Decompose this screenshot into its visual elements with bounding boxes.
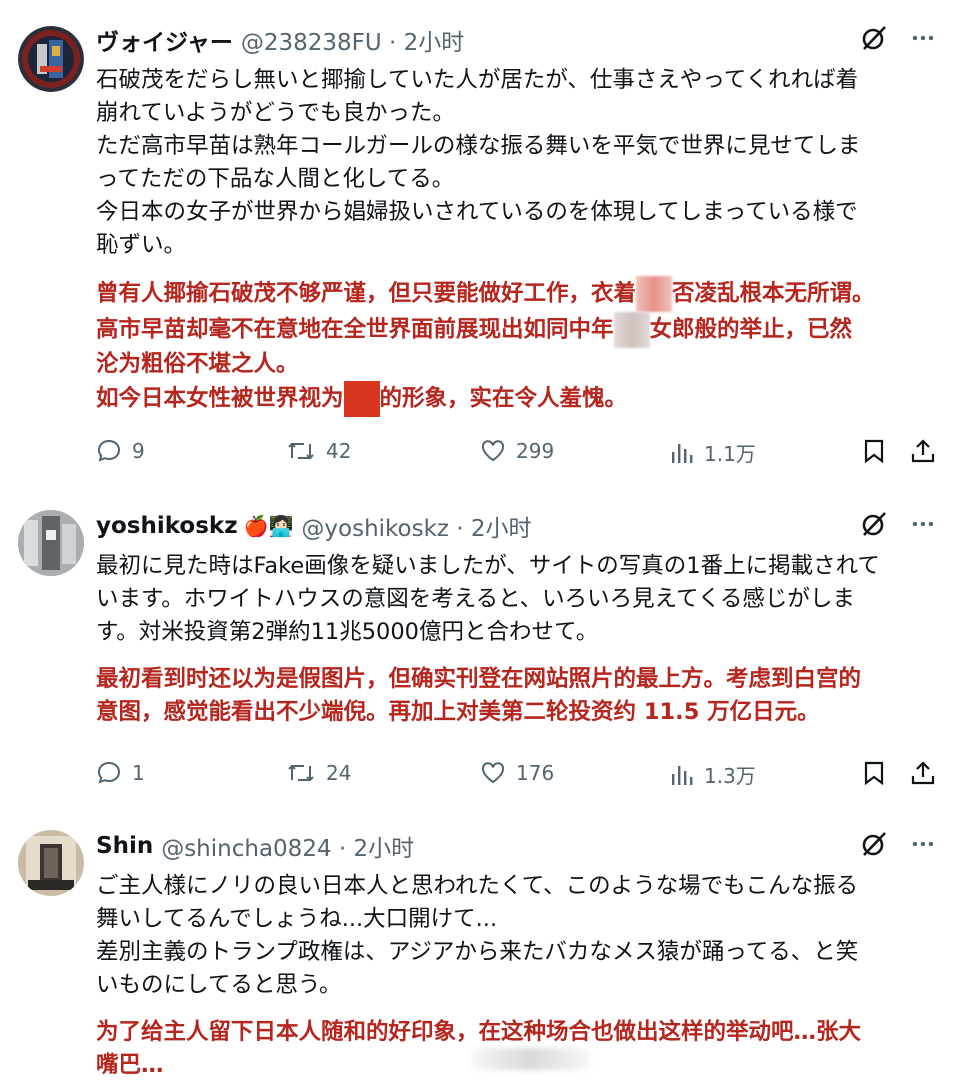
tweet-header: ヴォイジャー @238238FU · 2小时 xyxy=(96,22,936,58)
redaction-mark xyxy=(343,381,380,417)
text-line: います。ホワイトハウスの意図を考えると、いろいろ見えてくる感じがしま xyxy=(96,586,855,612)
share-icon xyxy=(911,439,935,463)
retweet-count: 42 xyxy=(326,439,352,463)
translation-segment: 的形象，实在令人羞愧。 xyxy=(379,385,628,412)
text-line: 崩れていようがどうでも良かった。 xyxy=(96,100,455,126)
text-line: 舞いしてるんでしょうね...大口開けて... xyxy=(96,906,498,932)
display-name[interactable]: ヴォイジャー xyxy=(96,23,233,57)
translation-line: 最初看到时还以为是假图片，但确实刊登在网站照片的最上方。考虑到白宫的 xyxy=(96,666,862,692)
view-count: 1.1万 xyxy=(704,442,756,466)
share-button[interactable] xyxy=(910,760,936,786)
like-icon xyxy=(481,762,505,784)
tweet-header: Shin @shincha0824 · 2小时 xyxy=(96,828,936,864)
display-name[interactable]: yoshikoskz xyxy=(96,513,238,539)
action-bar: 1 24 176 1.3万 xyxy=(96,756,936,792)
views-icon xyxy=(672,443,693,463)
redaction-mark xyxy=(613,312,650,348)
like-button[interactable]: 176 xyxy=(480,760,554,786)
bookmark-button[interactable] xyxy=(862,760,886,786)
reply-button[interactable]: 9 xyxy=(96,438,145,464)
translation-line: 意图，感觉能看出不少端倪。再加上对美第二轮投资约 11.5 万亿日元。 xyxy=(96,699,820,725)
text-line: ただ高市早苗は熟年コールガールの様な振る舞いを平気で世界に見せてしま xyxy=(96,133,861,159)
more-icon[interactable] xyxy=(910,831,936,863)
reply-button[interactable]: 1 xyxy=(96,760,145,786)
grok-icon[interactable] xyxy=(860,830,888,864)
grok-icon[interactable] xyxy=(860,510,888,544)
retweet-button[interactable]: 42 xyxy=(286,438,351,464)
translation-segment: 沦为粗俗不堪之人。 xyxy=(96,351,299,377)
view-count: 1.3万 xyxy=(704,764,756,788)
views-button[interactable]: 1.1万 xyxy=(670,438,756,467)
text-line: 石破茂をだらし無いと揶揄していた人が居たが、仕事さえやってくれれば着 xyxy=(96,67,859,93)
like-count: 299 xyxy=(516,439,555,463)
tweet[interactable]: ヴォイジャー @238238FU · 2小时 石破茂をだらし無いと揶揄していた人… xyxy=(0,22,960,492)
bookmark-button[interactable] xyxy=(862,438,886,464)
translation-line: 为了给主人留下日本人随和的好印象，在这种场合也做出这样的举动吧…张大 xyxy=(96,1019,862,1045)
reply-count: 1 xyxy=(132,761,145,785)
bookmark-icon xyxy=(864,761,884,786)
tweet-text: 石破茂をだらし無いと揶揄していた人が居たが、仕事さえやってくれれば着 崩れていよ… xyxy=(96,64,936,262)
like-count: 176 xyxy=(516,761,555,785)
translation-segment: 如今日本女性被世界视为 xyxy=(96,385,344,412)
translation-line: 如今日本女性被世界视为 的形象，实在令人羞愧。 xyxy=(96,381,936,417)
share-button[interactable] xyxy=(910,438,936,464)
translation-line: 沦为粗俗不堪之人。 xyxy=(96,348,936,381)
retweet-count: 24 xyxy=(326,761,352,785)
translation-segment: 否凌乱根本无所谓。 xyxy=(672,280,875,307)
tweet-text: 最初に見た時はFake画像を疑いましたが、サイトの写真の1番上に掲載されて いま… xyxy=(96,550,936,649)
text-line: 今日本の女子が世界から娼婦扱いされているのを体現してしまっている様で xyxy=(96,199,858,225)
translation-line: 高市早苗却毫不在意地在全世界面前展现出如同中年 女郎般的举止，已然 xyxy=(96,312,936,348)
avatar[interactable] xyxy=(18,26,84,92)
watermark xyxy=(470,1048,590,1070)
reply-icon xyxy=(97,439,121,462)
views-button[interactable]: 1.3万 xyxy=(670,760,756,789)
text-line: 差別主義のトランプ政権は、アジアから来たバカなメス猿が踊ってる、と笑 xyxy=(96,939,859,965)
handle-and-time[interactable]: @238238FU · 2小时 xyxy=(241,23,464,57)
text-line: 最初に見た時はFake画像を疑いましたが、サイトの写真の1番上に掲載されて xyxy=(96,553,880,579)
more-icon[interactable] xyxy=(910,25,936,57)
tweet[interactable]: yoshikoskz 🍎👩🏻‍💻 @yoshikoskz · 2小时 最初に見た… xyxy=(0,508,960,808)
action-bar: 9 42 299 1.1万 xyxy=(96,434,936,470)
text-line: ってただの下品な人間と化してる。 xyxy=(96,166,455,192)
retweet-icon xyxy=(288,443,314,459)
translation-text: 曾有人揶揄石破茂不够严谨，但只要能做好工作，衣着 否凌乱根本无所谓。 高市早苗却毫… xyxy=(96,276,936,417)
like-button[interactable]: 299 xyxy=(480,438,554,464)
handle-and-time[interactable]: @yoshikoskz · 2小时 xyxy=(301,509,531,543)
translation-segment: 高市早苗却毫不在意地在全世界面前展现出如同中年 xyxy=(96,316,614,343)
share-icon xyxy=(911,761,935,785)
grok-icon[interactable] xyxy=(860,24,888,58)
translation-segment: 女郎般的举止，已然 xyxy=(649,316,853,343)
bookmark-icon xyxy=(864,439,884,464)
text-line: いものにしてると思う。 xyxy=(96,972,342,998)
retweet-icon xyxy=(288,765,314,781)
more-icon[interactable] xyxy=(910,511,936,543)
views-icon xyxy=(672,765,693,785)
text-line: す。対米投資第2弾約11兆5000億円と合わせて。 xyxy=(96,619,599,645)
reply-count: 9 xyxy=(132,439,145,463)
tweet-header: yoshikoskz 🍎👩🏻‍💻 @yoshikoskz · 2小时 xyxy=(96,508,936,544)
translation-segment: 曾有人揶揄石破茂不够严谨，但只要能做好工作，衣着 xyxy=(96,280,637,307)
avatar[interactable] xyxy=(18,510,84,576)
tweet[interactable]: Shin @shincha0824 · 2小时 ご主人様にノリの良い日本人と思わ… xyxy=(0,828,960,1078)
reply-icon xyxy=(97,761,121,784)
text-line: 恥ずい。 xyxy=(96,232,187,258)
translation-line: 曾有人揶揄石破茂不够严谨，但只要能做好工作，衣着 否凌乱根本无所谓。 xyxy=(96,276,936,312)
tweet-text: ご主人様にノリの良い日本人と思われたくて、このような場でもこんな振る 舞いしてる… xyxy=(96,870,936,1002)
translation-text: 最初看到时还以为是假图片，但确实刊登在网站照片的最上方。考虑到白宫的 意图，感觉… xyxy=(96,663,936,729)
redaction-mark xyxy=(636,276,673,312)
retweet-button[interactable]: 24 xyxy=(286,760,351,786)
handle-and-time[interactable]: @shincha0824 · 2小时 xyxy=(161,829,414,863)
text-line: ご主人様にノリの良い日本人と思われたくて、このような場でもこんな振る xyxy=(96,873,859,899)
display-name[interactable]: Shin xyxy=(96,833,153,859)
like-icon xyxy=(481,440,505,462)
name-emoji: 🍎👩🏻‍💻 xyxy=(243,514,294,538)
avatar[interactable] xyxy=(18,830,84,896)
